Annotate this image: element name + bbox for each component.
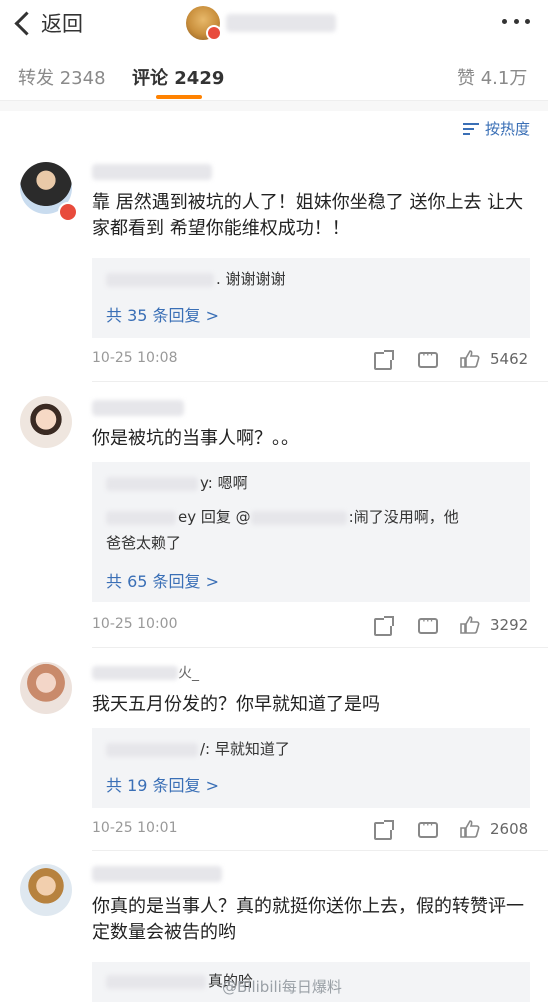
like-count: 3292 [490, 616, 529, 634]
reply-icon[interactable] [418, 614, 438, 634]
tab-comment[interactable]: 评论 2429 [132, 64, 224, 90]
share-icon[interactable] [374, 350, 394, 370]
tab-like[interactable]: 赞 4.1万 [457, 64, 527, 90]
avatar[interactable] [20, 864, 72, 916]
reply-line: /: 早就知道了 [106, 738, 290, 760]
comment-meta: 10-25 10:00 3292 [92, 614, 532, 638]
comment-time: 10-25 10:00 [92, 616, 178, 632]
commenter-name-suffix: 火_ [178, 665, 199, 682]
divider [92, 381, 548, 382]
mention-name-redacted [250, 510, 347, 525]
tab-repost[interactable]: 转发 2348 [18, 64, 106, 90]
author-avatar[interactable] [186, 6, 222, 41]
comment-text: 你是被坑的当事人啊？。。 [92, 428, 299, 449]
author-name-redacted [226, 14, 336, 32]
like-icon[interactable] [460, 820, 480, 838]
like-count: 5462 [490, 350, 529, 368]
reply-icon[interactable] [418, 348, 438, 368]
back-button[interactable]: 返回 [12, 8, 83, 38]
more-replies-link[interactable]: 共 19 条回复 > [106, 772, 219, 796]
active-tab-indicator [156, 95, 202, 99]
reply-name-redacted [106, 476, 198, 491]
reply-line: ey 回复 @ :闹了没用啊，他 [106, 506, 459, 528]
watermark-text: @Bilibili每日爆料 [222, 978, 342, 996]
more-replies-link[interactable]: 共 65 条回复 > [106, 568, 219, 592]
commenter-name-redacted[interactable] [92, 866, 222, 882]
like-icon[interactable] [460, 616, 480, 634]
reply-box[interactable]: /: 早就知道了 共 19 条回复 > [92, 728, 530, 808]
reply-line: 爸爸太赖了 [106, 534, 182, 552]
sort-label: 按热度 [484, 120, 530, 138]
commenter-name-redacted [92, 665, 178, 680]
share-icon[interactable] [374, 616, 394, 636]
reply-box[interactable]: . 谢谢谢谢 共 35 条回复 > [92, 258, 530, 338]
reply-name-redacted [106, 272, 214, 287]
comment-time: 10-25 10:01 [92, 820, 178, 836]
comment-text: 你真的是当事人？真的就挺你送你上去，假的转赞评一定数量会被告的哟 [92, 896, 524, 943]
reply-name-redacted [106, 742, 198, 757]
comment-text: 我天五月份发的？你早就知道了是吗 [92, 694, 380, 715]
divider [92, 647, 548, 648]
share-icon[interactable] [374, 820, 394, 840]
reply-line: . 谢谢谢谢 [106, 268, 286, 290]
reply-text: y: 嗯啊 [200, 474, 248, 492]
reply-name-redacted [106, 974, 206, 989]
commenter-name[interactable]: 火_ [92, 662, 232, 682]
comment-text: 靠 居然遇到被坑的人了！姐妹你坐稳了 送你上去 让大家都看到 希望你能维权成功！… [92, 192, 524, 239]
like-count: 2608 [490, 820, 529, 838]
comment-meta: 10-25 10:01 2608 [92, 818, 532, 842]
sort-button[interactable]: 按热度 [462, 118, 530, 139]
top-bar: 返回 [0, 0, 548, 48]
commenter-name-redacted[interactable] [92, 164, 212, 180]
commenter-name-redacted[interactable] [92, 400, 184, 416]
back-label: 返回 [41, 12, 83, 36]
verified-badge-icon [58, 202, 78, 222]
comment-time: 10-25 10:08 [92, 350, 178, 366]
dot-icon [502, 18, 507, 24]
reply-text: /: 早就知道了 [200, 740, 290, 758]
like-icon[interactable] [460, 350, 480, 368]
avatar[interactable] [20, 662, 72, 714]
chevron-left-icon [14, 10, 39, 36]
comment-meta: 10-25 10:08 5462 [92, 348, 532, 372]
section-gap [0, 101, 548, 111]
sort-icon [462, 122, 479, 135]
more-options-button[interactable] [502, 16, 530, 26]
dot-icon [525, 18, 530, 24]
divider [92, 850, 548, 851]
reply-text: . 谢谢谢谢 [216, 270, 286, 288]
tab-bar: 转发 2348 评论 2429 赞 4.1万 [0, 48, 548, 101]
reply-box[interactable]: y: 嗯啊 ey 回复 @ :闹了没用啊，他 爸爸太赖了 共 65 条回复 > [92, 462, 530, 602]
reply-text: ey 回复 @ [178, 508, 251, 526]
avatar[interactable] [20, 396, 72, 448]
reply-name-redacted [106, 510, 176, 525]
reply-text: :闹了没用啊，他 [348, 508, 459, 526]
verified-badge-icon [206, 25, 222, 41]
reply-line: y: 嗯啊 [106, 472, 248, 494]
reply-icon[interactable] [418, 818, 438, 838]
more-replies-link[interactable]: 共 35 条回复 > [106, 302, 219, 326]
dot-icon [513, 18, 519, 24]
